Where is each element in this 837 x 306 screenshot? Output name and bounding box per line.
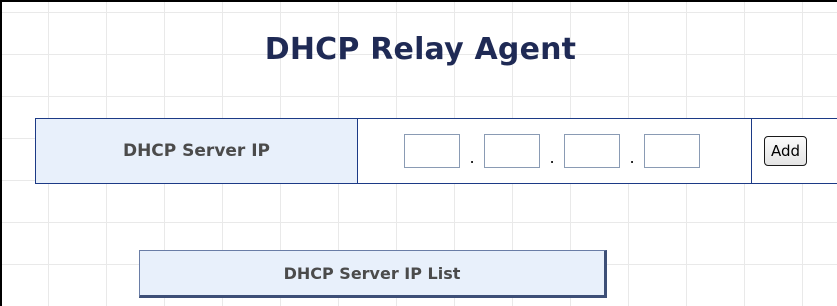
- ip-octet-2-input[interactable]: [484, 134, 540, 168]
- page-frame: DHCP Relay Agent DHCP Server IP . . . Ad…: [0, 0, 837, 306]
- ip-separator: .: [549, 148, 555, 167]
- page-title: DHCP Relay Agent: [264, 32, 577, 67]
- ip-address-inputs: . . .: [358, 119, 752, 183]
- ip-octet-3-input[interactable]: [564, 134, 620, 168]
- ip-separator: .: [469, 148, 475, 167]
- ip-octet-1-input[interactable]: [404, 134, 460, 168]
- dhcp-server-ip-list-header: DHCP Server IP List: [139, 250, 607, 298]
- dhcp-server-ip-row: DHCP Server IP . . . Add: [35, 118, 837, 184]
- dhcp-server-ip-label: DHCP Server IP: [36, 119, 358, 183]
- ip-octet-4-input[interactable]: [644, 134, 700, 168]
- add-button-cell: Add: [752, 119, 837, 183]
- add-button[interactable]: Add: [764, 136, 808, 166]
- ip-separator: .: [629, 148, 635, 167]
